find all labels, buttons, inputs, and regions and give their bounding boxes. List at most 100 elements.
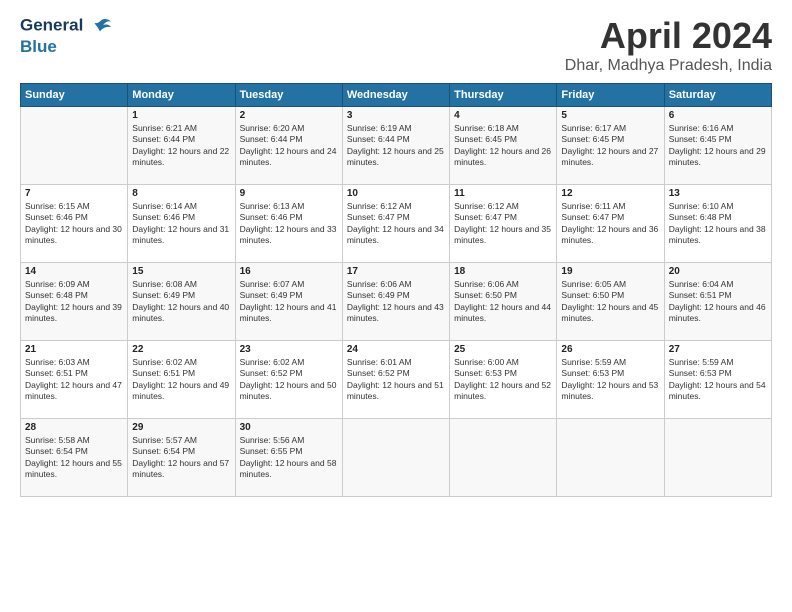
- calendar-cell: 6Sunrise: 6:16 AMSunset: 6:45 PMDaylight…: [664, 107, 771, 185]
- calendar-cell: 13 Sunrise: 6:10 AMSunset: 6:48 PMDayligh…: [664, 185, 771, 263]
- calendar-week-row: 7 Sunrise: 6:15 AMSunset: 6:46 PMDaylight…: [21, 185, 772, 263]
- calendar-cell: 3 Sunrise: 6:19 AMSunset: 6:44 PMDaylight…: [342, 107, 449, 185]
- cell-info: Sunrise: 6:13 AMSunset: 6:46 PMDaylight:…: [240, 201, 338, 247]
- cell-info: Sunrise: 6:00 AMSunset: 6:53 PMDaylight:…: [454, 357, 552, 403]
- calendar-cell: 26 Sunrise: 5:59 AMSunset: 6:53 PMDayligh…: [557, 341, 664, 419]
- calendar-cell: 23 Sunrise: 6:02 AMSunset: 6:52 PMDayligh…: [235, 341, 342, 419]
- cell-info: Sunrise: 6:10 AMSunset: 6:48 PMDaylight:…: [669, 201, 767, 247]
- calendar-cell: 1Sunrise: 6:21 AMSunset: 6:44 PMDaylight…: [128, 107, 235, 185]
- day-number: 14: [25, 266, 123, 277]
- cell-info: Sunrise: 6:08 AMSunset: 6:49 PMDaylight:…: [132, 279, 230, 325]
- cell-info: Sunrise: 6:02 AMSunset: 6:52 PMDaylight:…: [240, 357, 338, 403]
- logo-text-line1: General: [20, 15, 112, 37]
- day-number: 4: [454, 110, 552, 121]
- calendar-cell: 10 Sunrise: 6:12 AMSunset: 6:47 PMDayligh…: [342, 185, 449, 263]
- cell-info: Sunrise: 6:20 AMSunset: 6:44 PMDaylight:…: [240, 123, 338, 169]
- cell-info: Sunrise: 5:58 AMSunset: 6:54 PMDaylight:…: [25, 435, 123, 481]
- calendar-cell: [450, 419, 557, 497]
- calendar-cell: [21, 107, 128, 185]
- calendar-cell: 18Sunrise: 6:06 AMSunset: 6:50 PMDayligh…: [450, 263, 557, 341]
- day-number: 12: [561, 188, 659, 199]
- calendar-week-row: 28 Sunrise: 5:58 AMSunset: 6:54 PMDayligh…: [21, 419, 772, 497]
- calendar-cell: 19 Sunrise: 6:05 AMSunset: 6:50 PMDayligh…: [557, 263, 664, 341]
- calendar-cell: 21 Sunrise: 6:03 AMSunset: 6:51 PMDayligh…: [21, 341, 128, 419]
- calendar-cell: [557, 419, 664, 497]
- day-number: 22: [132, 344, 230, 355]
- cell-info: Sunrise: 6:05 AMSunset: 6:50 PMDaylight:…: [561, 279, 659, 325]
- cell-info: Sunrise: 6:12 AMSunset: 6:47 PMDaylight:…: [347, 201, 445, 247]
- cell-info: Sunrise: 5:59 AMSunset: 6:53 PMDaylight:…: [669, 357, 767, 403]
- day-number: 15: [132, 266, 230, 277]
- day-number: 28: [25, 422, 123, 433]
- day-number: 26: [561, 344, 659, 355]
- day-number: 7: [25, 188, 123, 199]
- cell-info: Sunrise: 6:17 AMSunset: 6:45 PMDaylight:…: [561, 123, 659, 169]
- day-number: 19: [561, 266, 659, 277]
- cell-info: Sunrise: 5:59 AMSunset: 6:53 PMDaylight:…: [561, 357, 659, 403]
- day-number: 25: [454, 344, 552, 355]
- calendar-cell: 4 Sunrise: 6:18 AMSunset: 6:45 PMDaylight…: [450, 107, 557, 185]
- cell-info: Sunrise: 5:56 AMSunset: 6:55 PMDaylight:…: [240, 435, 338, 481]
- cell-info: Sunrise: 6:11 AMSunset: 6:47 PMDaylight:…: [561, 201, 659, 247]
- calendar-cell: 30 Sunrise: 5:56 AMSunset: 6:55 PMDayligh…: [235, 419, 342, 497]
- calendar-header-row: SundayMondayTuesdayWednesdayThursdayFrid…: [21, 84, 772, 107]
- day-number: 17: [347, 266, 445, 277]
- cell-info: Sunrise: 6:09 AMSunset: 6:48 PMDaylight:…: [25, 279, 123, 325]
- weekday-header: Wednesday: [342, 84, 449, 107]
- calendar-cell: 12 Sunrise: 6:11 AMSunset: 6:47 PMDayligh…: [557, 185, 664, 263]
- cell-info: Sunrise: 6:06 AMSunset: 6:49 PMDaylight:…: [347, 279, 445, 325]
- day-number: 6: [669, 110, 767, 121]
- calendar-cell: 22 Sunrise: 6:02 AMSunset: 6:51 PMDayligh…: [128, 341, 235, 419]
- day-number: 9: [240, 188, 338, 199]
- day-number: 29: [132, 422, 230, 433]
- cell-info: Sunrise: 6:14 AMSunset: 6:46 PMDaylight:…: [132, 201, 230, 247]
- calendar-table: SundayMondayTuesdayWednesdayThursdayFrid…: [20, 83, 772, 497]
- calendar-week-row: 1Sunrise: 6:21 AMSunset: 6:44 PMDaylight…: [21, 107, 772, 185]
- logo: General Blue: [20, 15, 112, 57]
- header: General Blue April 2024 Dhar, Madhya Pra…: [20, 15, 772, 75]
- month-title: April 2024: [565, 15, 772, 57]
- title-block: April 2024 Dhar, Madhya Pradesh, India: [565, 15, 772, 75]
- weekday-header: Sunday: [21, 84, 128, 107]
- cell-info: Sunrise: 6:04 AMSunset: 6:51 PMDaylight:…: [669, 279, 767, 325]
- calendar-cell: 25 Sunrise: 6:00 AMSunset: 6:53 PMDayligh…: [450, 341, 557, 419]
- cell-info: Sunrise: 6:21 AMSunset: 6:44 PMDaylight:…: [132, 123, 230, 169]
- cell-info: Sunrise: 6:01 AMSunset: 6:52 PMDaylight:…: [347, 357, 445, 403]
- cell-info: Sunrise: 6:15 AMSunset: 6:46 PMDaylight:…: [25, 201, 123, 247]
- weekday-header: Thursday: [450, 84, 557, 107]
- day-number: 16: [240, 266, 338, 277]
- cell-info: Sunrise: 6:07 AMSunset: 6:49 PMDaylight:…: [240, 279, 338, 325]
- calendar-cell: 5Sunrise: 6:17 AMSunset: 6:45 PMDaylight…: [557, 107, 664, 185]
- location-title: Dhar, Madhya Pradesh, India: [565, 57, 772, 75]
- cell-info: Sunrise: 6:02 AMSunset: 6:51 PMDaylight:…: [132, 357, 230, 403]
- calendar-week-row: 21 Sunrise: 6:03 AMSunset: 6:51 PMDayligh…: [21, 341, 772, 419]
- calendar-cell: 17 Sunrise: 6:06 AMSunset: 6:49 PMDayligh…: [342, 263, 449, 341]
- day-number: 11: [454, 188, 552, 199]
- calendar-cell: 2 Sunrise: 6:20 AMSunset: 6:44 PMDaylight…: [235, 107, 342, 185]
- cell-info: Sunrise: 6:03 AMSunset: 6:51 PMDaylight:…: [25, 357, 123, 403]
- cell-info: Sunrise: 6:12 AMSunset: 6:47 PMDaylight:…: [454, 201, 552, 247]
- calendar-cell: 8 Sunrise: 6:14 AMSunset: 6:46 PMDaylight…: [128, 185, 235, 263]
- day-number: 13: [669, 188, 767, 199]
- page-container: General Blue April 2024 Dhar, Madhya Pra…: [0, 0, 792, 507]
- day-number: 18: [454, 266, 552, 277]
- day-number: 10: [347, 188, 445, 199]
- calendar-cell: 14 Sunrise: 6:09 AMSunset: 6:48 PMDayligh…: [21, 263, 128, 341]
- calendar-cell: 20Sunrise: 6:04 AMSunset: 6:51 PMDayligh…: [664, 263, 771, 341]
- day-number: 23: [240, 344, 338, 355]
- day-number: 8: [132, 188, 230, 199]
- calendar-cell: 9 Sunrise: 6:13 AMSunset: 6:46 PMDaylight…: [235, 185, 342, 263]
- day-number: 3: [347, 110, 445, 121]
- day-number: 21: [25, 344, 123, 355]
- day-number: 24: [347, 344, 445, 355]
- day-number: 27: [669, 344, 767, 355]
- cell-info: Sunrise: 6:18 AMSunset: 6:45 PMDaylight:…: [454, 123, 552, 169]
- calendar-week-row: 14 Sunrise: 6:09 AMSunset: 6:48 PMDayligh…: [21, 263, 772, 341]
- calendar-cell: [664, 419, 771, 497]
- day-number: 2: [240, 110, 338, 121]
- calendar-cell: 16 Sunrise: 6:07 AMSunset: 6:49 PMDayligh…: [235, 263, 342, 341]
- day-number: 30: [240, 422, 338, 433]
- cell-info: Sunrise: 6:19 AMSunset: 6:44 PMDaylight:…: [347, 123, 445, 169]
- calendar-cell: 24 Sunrise: 6:01 AMSunset: 6:52 PMDayligh…: [342, 341, 449, 419]
- weekday-header: Monday: [128, 84, 235, 107]
